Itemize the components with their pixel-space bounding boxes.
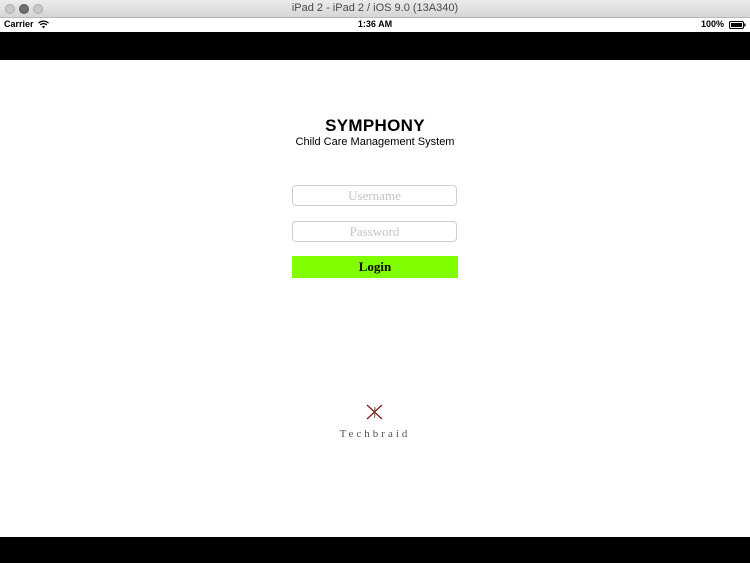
battery-icon (729, 21, 746, 29)
app-title: SYMPHONY (325, 116, 425, 135)
bottom-black-bar (0, 537, 750, 563)
techbraid-logo-icon (366, 404, 383, 420)
login-button[interactable]: Login (292, 256, 458, 278)
simulator-title-bar: iPad 2 - iPad 2 / iOS 9.0 (13A340) (0, 0, 750, 18)
window-title: iPad 2 - iPad 2 / iOS 9.0 (13A340) (291, 2, 459, 14)
username-field[interactable] (292, 185, 457, 206)
status-time: 1:36 AM (357, 19, 393, 29)
password-field[interactable] (292, 221, 457, 242)
brand-name: Techbraid (339, 428, 411, 440)
app-subtitle: Child Care Management System (295, 136, 455, 148)
top-black-bar (0, 32, 750, 60)
ios-status-bar: Carrier 1:36 AM 100% (0, 18, 750, 32)
battery-percent: 100% (700, 19, 724, 29)
